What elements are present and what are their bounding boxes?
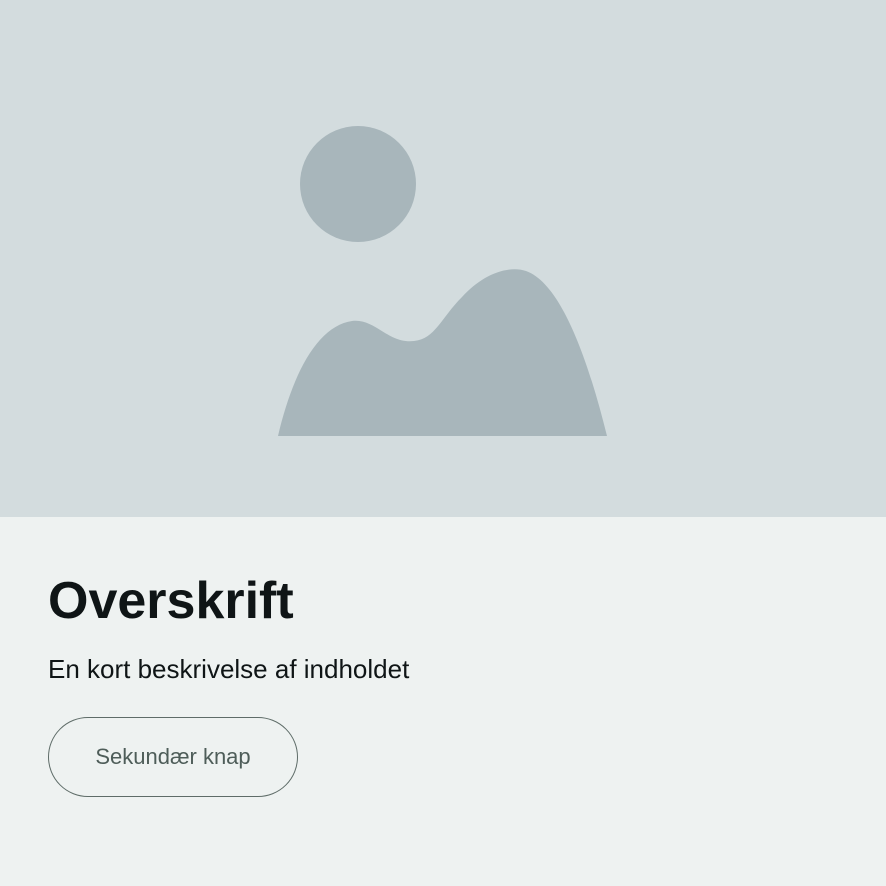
secondary-button[interactable]: Sekundær knap xyxy=(48,717,298,797)
content-card: Overskrift En kort beskrivelse af indhol… xyxy=(0,0,886,886)
card-image xyxy=(0,0,886,517)
image-placeholder-icon xyxy=(278,126,607,436)
placeholder-sun-shape xyxy=(300,126,416,242)
placeholder-mountain-shape xyxy=(278,269,607,436)
card-description: En kort beskrivelse af indholdet xyxy=(48,654,410,684)
card-heading: Overskrift xyxy=(48,572,294,630)
